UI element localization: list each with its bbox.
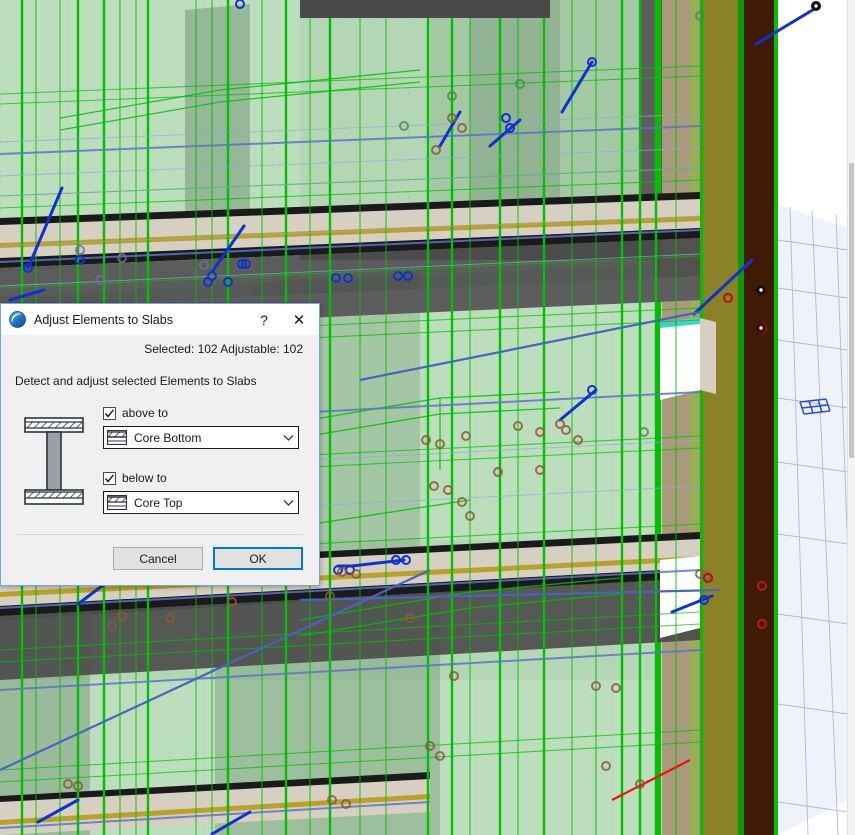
archicad-sphere-icon [9,311,26,328]
above-to-checkbox-row[interactable]: above to [103,406,305,420]
adjust-controls: above to Core Bottom [95,406,305,514]
scroll-thumb[interactable] [849,163,854,458]
above-to-value: Core Bottom [134,431,280,445]
close-button[interactable]: ✕ [279,305,319,335]
below-to-value: Core Top [134,496,280,510]
slab-core-bottom-icon [107,430,127,445]
chevron-down-icon[interactable] [280,499,296,507]
dialog-content-row: above to Core Bottom [15,388,305,514]
above-to-dropdown[interactable]: Core Bottom [103,426,299,449]
cancel-button[interactable]: Cancel [113,547,203,570]
selection-counts: Selected: 102 Adjustable: 102 [15,335,305,356]
application-window: Adjust Elements to Slabs ? ✕ Selected: 1… [0,0,855,835]
i-beam-between-slabs-icon [15,406,95,512]
below-to-checkbox[interactable] [103,472,116,485]
above-to-label: above to [122,406,168,420]
ok-button[interactable]: OK [213,547,303,570]
dialog-titlebar[interactable]: Adjust Elements to Slabs ? ✕ [1,304,319,335]
chevron-down-icon[interactable] [280,434,296,442]
right-column-bands [656,0,778,835]
below-to-checkbox-row[interactable]: below to [103,471,305,485]
dialog-body: Selected: 102 Adjustable: 102 Detect and… [1,335,319,585]
dialog-button-row: Cancel OK [15,535,305,585]
adjust-elements-to-slabs-dialog: Adjust Elements to Slabs ? ✕ Selected: 1… [0,303,320,586]
above-to-checkbox[interactable] [103,407,116,420]
dialog-title: Adjust Elements to Slabs [34,313,249,327]
slab-core-top-icon [107,495,127,510]
below-to-label: below to [122,471,167,485]
vertical-scrollbar[interactable] [847,0,855,835]
below-to-dropdown[interactable]: Core Top [103,491,299,514]
dialog-instruction: Detect and adjust selected Elements to S… [15,356,305,388]
help-button[interactable]: ? [249,305,279,335]
